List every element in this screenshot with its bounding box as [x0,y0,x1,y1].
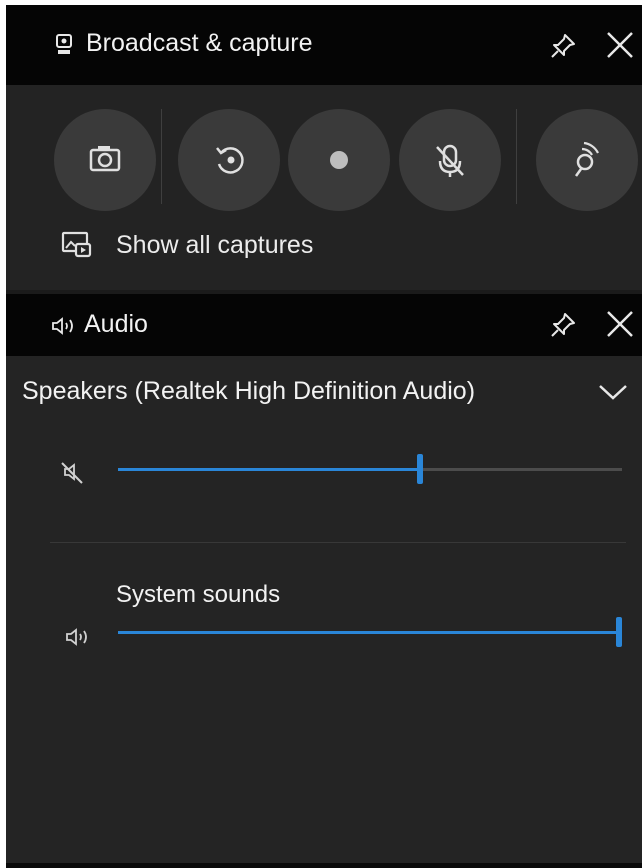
button-separator [516,109,517,204]
system-sounds-volume-slider[interactable] [118,631,622,634]
game-bar-overlay: Broadcast & capture Show all captures Au… [6,5,642,868]
camera-icon [89,146,121,172]
broadcast-icon [574,141,599,177]
close-icon[interactable] [604,29,636,61]
master-volume-slider[interactable] [118,468,622,471]
screenshot-button[interactable] [54,109,156,211]
record-last-button[interactable] [178,109,280,211]
pin-icon[interactable] [548,31,578,61]
speaker-muted-icon[interactable] [58,457,88,487]
speaker-icon [52,317,73,335]
mixer-divider [50,542,626,543]
pin-icon[interactable] [548,310,578,340]
record-dot-icon [330,151,348,169]
widget-icon [56,34,72,54]
button-separator [161,109,162,204]
bottom-edge [6,863,642,868]
broadcast-widget-header[interactable]: Broadcast & capture [6,5,642,85]
system-sounds-volume-fill [118,631,622,634]
audio-widget-title: Audio [84,310,148,338]
speaker-icon[interactable] [64,625,96,651]
audio-widget-body [6,356,642,868]
gallery-icon [61,231,92,258]
broadcast-widget-title: Broadcast & capture [86,29,313,57]
close-icon[interactable] [604,308,636,340]
master-volume-fill [118,468,420,471]
show-all-captures-label: Show all captures [116,231,314,259]
mic-toggle-button[interactable] [399,109,501,211]
mic-off-icon [436,144,464,177]
start-recording-button[interactable] [288,109,390,211]
master-volume-thumb[interactable] [417,454,423,484]
output-device-select[interactable]: Speakers (Realtek High Definition Audio) [22,374,475,408]
record-last-icon [216,147,244,174]
broadcast-button[interactable] [536,109,638,211]
system-sounds-volume-thumb[interactable] [616,617,622,647]
app-volume-label: System sounds [116,581,281,608]
audio-widget-header[interactable]: Audio [6,294,642,356]
chevron-down-icon[interactable] [598,383,628,401]
